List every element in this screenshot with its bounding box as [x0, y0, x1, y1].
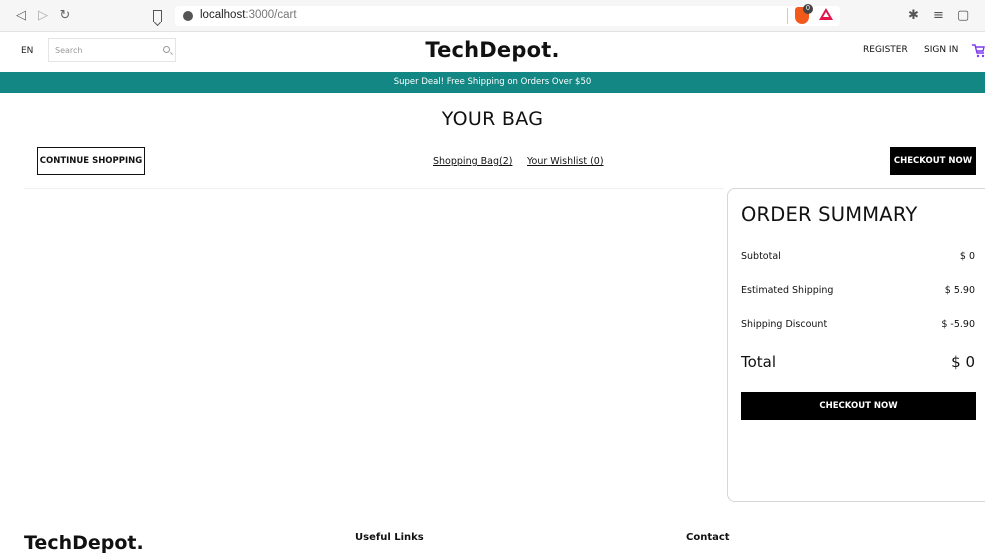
bookmark-icon[interactable]	[153, 10, 162, 22]
sign-in-link[interactable]: SIGN IN	[924, 45, 958, 55]
wallet-icon[interactable]: ▢	[957, 8, 969, 24]
estimated-shipping-label: Estimated Shipping	[741, 285, 834, 296]
toolbar-divider	[787, 8, 788, 24]
site-logo[interactable]: TechDepot.	[0, 38, 985, 62]
continue-shopping-button[interactable]: CONTINUE SHOPPING	[37, 147, 145, 175]
shipping-discount-value: $ -5.90	[941, 319, 975, 330]
url-text[interactable]: localhost:3000/cart	[200, 9, 297, 21]
total-value: $ 0	[951, 353, 975, 371]
shields-count-badge: 0	[803, 4, 813, 14]
page-title: YOUR BAG	[441, 108, 544, 130]
browser-toolbar: ◁ ▷ ↻ localhost:3000/cart 0 ✱ ≡ ▢	[0, 0, 985, 32]
bag-divider	[24, 188, 724, 189]
promo-banner: Super Deal! Free Shipping on Orders Over…	[0, 72, 985, 93]
estimated-shipping-value: $ 5.90	[944, 285, 975, 296]
register-link[interactable]: REGISTER	[863, 45, 908, 55]
subtotal-value: $ 0	[959, 251, 975, 262]
back-icon[interactable]: ◁	[14, 8, 28, 24]
checkout-now-button[interactable]: CHECKOUT NOW	[890, 147, 976, 175]
order-summary-panel: ORDER SUMMARY Subtotal $ 0 Estimated Shi…	[727, 188, 985, 502]
brave-rewards-icon[interactable]	[819, 8, 833, 20]
forward-icon[interactable]: ▷	[36, 8, 50, 24]
summary-checkout-button[interactable]: CHECKOUT NOW	[741, 392, 976, 420]
footer-logo: TechDepot.	[24, 532, 144, 554]
subtotal-label: Subtotal	[741, 251, 781, 262]
shopping-bag-link[interactable]: Shopping Bag(2)	[433, 156, 512, 167]
summary-title: ORDER SUMMARY	[741, 203, 918, 226]
total-label: Total	[741, 353, 777, 371]
useful-links-heading: Useful Links	[355, 532, 424, 543]
wishlist-link[interactable]: Your Wishlist (0)	[527, 156, 604, 167]
playlist-icon[interactable]: ≡	[933, 8, 944, 24]
reload-icon[interactable]: ↻	[58, 8, 72, 24]
shipping-discount-label: Shipping Discount	[741, 319, 828, 330]
address-bar[interactable]: localhost:3000/cart	[175, 6, 840, 26]
site-info-icon[interactable]	[183, 11, 193, 21]
contact-heading: Contact	[686, 532, 730, 543]
extensions-icon[interactable]: ✱	[908, 8, 919, 24]
shopping-cart-icon[interactable]	[972, 43, 985, 58]
